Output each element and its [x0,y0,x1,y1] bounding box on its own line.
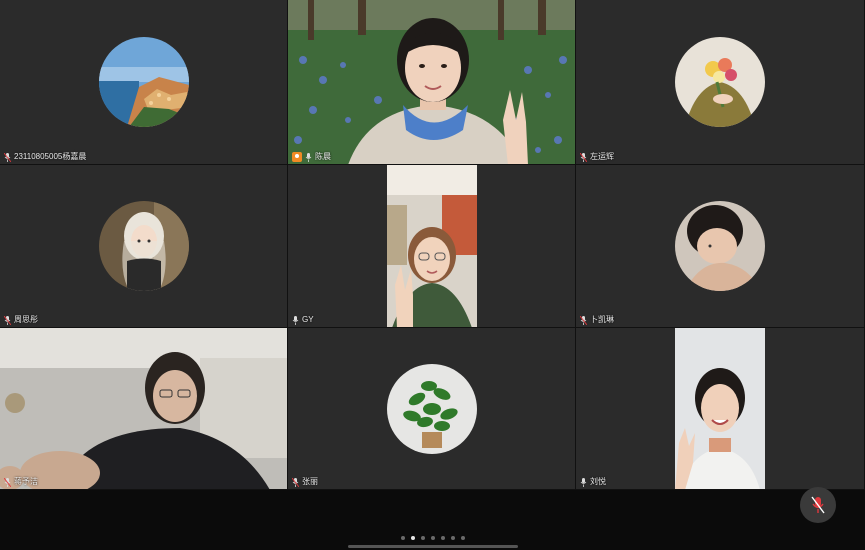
participant-tile[interactable]: 刘悦 [576,328,865,490]
participant-tile[interactable]: 蒋予洁 [0,328,288,490]
participant-name: GY [302,315,314,324]
participant-tile[interactable]: 张丽 [288,328,576,490]
participant-video [288,0,575,164]
page-dot[interactable] [400,536,405,540]
participant-video [675,328,765,489]
page-dot[interactable] [420,536,425,540]
participant-name: 张丽 [302,477,318,486]
home-indicator[interactable] [348,545,518,548]
video-grid: 23110805005杨嘉晨 陈晨 左运辉 周思彤 GY 卜凯琳 蒋予洁 张丽 … [0,0,865,490]
participant-tile[interactable]: 卜凯琳 [576,165,865,328]
page-indicator[interactable] [0,536,865,540]
mute-button[interactable] [800,487,836,523]
microphone-icon [580,315,587,325]
participant-name-label: 23110805005杨嘉晨 [4,152,86,162]
participant-name: 陈晨 [315,152,331,161]
plant-avatar-icon [386,363,477,454]
participant-name-label: GY [292,315,314,325]
microphone-icon [292,315,299,325]
microphone-muted-icon [811,496,825,514]
anime-girl-avatar-icon [98,201,189,291]
page-dot[interactable] [430,536,435,540]
bottom-bar [0,490,865,550]
participant-name: 蒋予洁 [14,477,38,486]
participant-name: 周思彤 [14,315,38,324]
microphone-icon [580,477,587,487]
participant-name-label: 周思彤 [4,315,38,325]
participant-video [386,165,477,327]
microphone-icon [4,152,11,162]
microphone-icon [580,152,587,162]
host-icon [292,152,302,162]
microphone-icon [4,477,11,487]
participant-name: 左运辉 [590,152,614,161]
page-dot[interactable] [450,536,455,540]
landscape-avatar-icon [98,37,189,127]
participant-tile[interactable]: 周思彤 [0,165,288,328]
participant-name-label: 蒋予洁 [4,477,38,487]
participant-tile[interactable]: 陈晨 [288,0,576,165]
participant-name-label: 张丽 [292,477,318,487]
participant-name-label: 左运辉 [580,152,614,162]
participant-tile[interactable]: 23110805005杨嘉晨 [0,0,288,165]
participant-name-label: 卜凯琳 [580,315,614,325]
page-dot-active[interactable] [410,536,415,540]
participant-tile[interactable]: GY [288,165,576,328]
microphone-icon [305,152,312,162]
participant-name: 刘悦 [590,477,606,486]
page-dot[interactable] [440,536,445,540]
microphone-icon [4,315,11,325]
participant-tile[interactable]: 左运辉 [576,0,865,165]
participant-name-label: 刘悦 [580,477,606,487]
microphone-icon [292,477,299,487]
person-photo-avatar-icon [675,201,765,291]
participant-name: 23110805005杨嘉晨 [14,152,87,161]
bouquet-avatar-icon [675,37,765,127]
participant-name-label: 陈晨 [292,152,331,162]
participant-video [0,328,287,489]
page-dot[interactable] [460,536,465,540]
participant-name: 卜凯琳 [590,315,614,324]
